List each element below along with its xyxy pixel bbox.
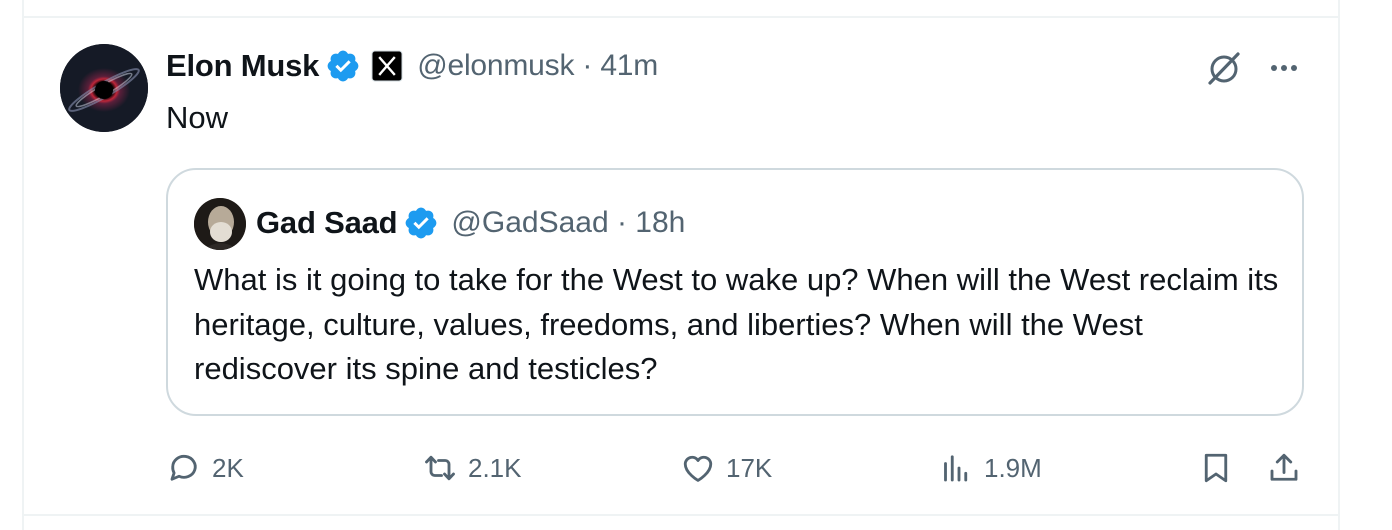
avatar[interactable]: [60, 44, 148, 132]
verified-badge-icon[interactable]: [403, 205, 439, 241]
views-button[interactable]: 1.9M: [938, 446, 1042, 490]
share-icon[interactable]: [1266, 450, 1302, 486]
tweet-header: Elon Musk @elonmusk · 41m: [166, 44, 658, 88]
verified-badge-icon[interactable]: [325, 48, 361, 84]
quoted-tweet[interactable]: Gad Saad @GadSaad · 18h What is it going…: [166, 168, 1304, 416]
handle-and-time[interactable]: @elonmusk · 41m: [417, 49, 658, 83]
reply-icon: [170, 454, 197, 481]
x-logo-icon[interactable]: [371, 50, 403, 82]
quoted-author-name[interactable]: Gad Saad: [256, 205, 398, 241]
like-button[interactable]: 17K: [680, 446, 772, 490]
heart-icon: [683, 455, 713, 482]
more-icon[interactable]: [1264, 54, 1304, 82]
repost-button[interactable]: 2.1K: [422, 446, 522, 490]
quoted-header: Gad Saad @GadSaad · 18h: [256, 200, 685, 246]
top-divider: [22, 16, 1340, 18]
quoted-handle-and-time[interactable]: @GadSaad · 18h: [451, 206, 685, 240]
like-count: 17K: [726, 452, 773, 483]
grok-icon[interactable]: [1204, 48, 1244, 88]
reply-button[interactable]: 2K: [166, 446, 244, 490]
bottom-divider: [22, 514, 1340, 516]
repost-icon: [425, 455, 455, 481]
repost-count: 2.1K: [468, 452, 522, 483]
quoted-text: What is it going to take for the West to…: [194, 262, 1279, 386]
tweet-text: Now: [166, 100, 229, 135]
author-name[interactable]: Elon Musk: [166, 48, 319, 84]
bookmark-icon[interactable]: [1198, 450, 1234, 486]
views-icon: [944, 455, 968, 482]
reply-count: 2K: [212, 452, 244, 483]
quoted-avatar[interactable]: [194, 198, 246, 250]
action-bar: 2K 2.1K 17K 1.9M: [0, 446, 1392, 490]
views-count: 1.9M: [984, 452, 1042, 483]
